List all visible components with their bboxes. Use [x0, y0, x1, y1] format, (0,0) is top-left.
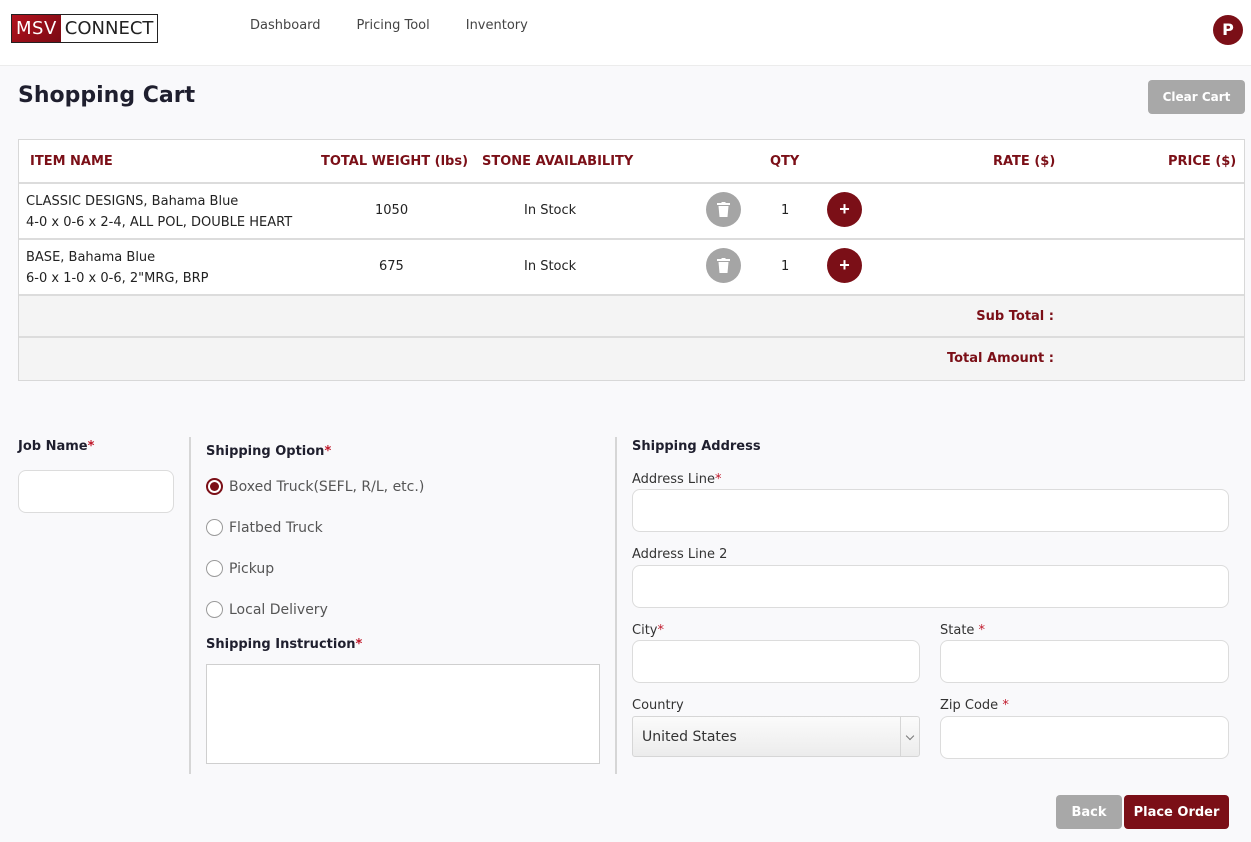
total-amount-row: Total Amount : [19, 338, 1244, 380]
delete-item-button[interactable] [706, 192, 741, 227]
radio-label: Boxed Truck(SEFL, R/L, etc.) [229, 478, 425, 495]
job-name-input[interactable] [18, 470, 174, 513]
address-line2-input[interactable] [632, 565, 1229, 608]
item-qty: 1 [781, 203, 790, 218]
trash-icon [717, 202, 730, 217]
header-rate: RATE ($) [993, 154, 1056, 169]
country-select[interactable]: United States [632, 716, 920, 757]
radio-unselected-icon[interactable] [206, 519, 223, 536]
zip-code-input[interactable] [940, 716, 1229, 759]
delete-item-button[interactable] [706, 248, 741, 283]
radio-flatbed-truck[interactable]: Flatbed Truck [206, 519, 323, 536]
shipping-instruction-label: Shipping Instruction* [206, 637, 363, 652]
item-name: BASE, Bahama Blue 6-0 x 1-0 x 0-6, 2"MRG… [26, 247, 209, 289]
shipping-instruction-textarea[interactable] [206, 664, 600, 764]
subtotal-row: Sub Total : [19, 296, 1244, 338]
item-weight: 675 [379, 259, 404, 274]
item-name-line1: CLASSIC DESIGNS, Bahama Blue [26, 194, 239, 209]
item-availability: In Stock [524, 203, 577, 218]
item-weight: 1050 [375, 203, 409, 218]
item-name: CLASSIC DESIGNS, Bahama Blue 4-0 x 0-6 x… [26, 191, 292, 233]
msv-connect-logo[interactable]: MSV CONNECT [11, 14, 159, 43]
address-line-label: Address Line* [632, 472, 722, 487]
logo-msv-text: MSV [12, 15, 61, 42]
radio-selected-icon[interactable] [206, 478, 223, 495]
radio-unselected-icon[interactable] [206, 560, 223, 577]
page-title: Shopping Cart [18, 83, 196, 108]
header-total-weight: TOTAL WEIGHT (lbs) [321, 154, 469, 169]
address-line2-label: Address Line 2 [632, 547, 728, 562]
header-price: PRICE ($) [1168, 154, 1237, 169]
radio-label: Pickup [229, 560, 275, 577]
item-name-line2: 6-0 x 1-0 x 0-6, 2"MRG, BRP [26, 271, 209, 286]
subtotal-label: Sub Total : [976, 309, 1054, 324]
item-qty: 1 [781, 259, 790, 274]
table-row: BASE, Bahama Blue 6-0 x 1-0 x 0-6, 2"MRG… [19, 240, 1244, 296]
main-nav: Dashboard Pricing Tool Inventory [250, 18, 564, 33]
item-name-line1: BASE, Bahama Blue [26, 250, 156, 265]
radio-pickup[interactable]: Pickup [206, 560, 274, 577]
shipping-option-label: Shipping Option* [206, 444, 332, 459]
nav-dashboard[interactable]: Dashboard [250, 18, 321, 33]
clear-cart-button[interactable]: Clear Cart [1148, 80, 1245, 114]
logo-connect-text: CONNECT [60, 15, 158, 42]
city-label: City* [632, 623, 664, 638]
city-input[interactable] [632, 640, 920, 683]
radio-unselected-icon[interactable] [206, 601, 223, 618]
table-row: CLASSIC DESIGNS, Bahama Blue 4-0 x 0-6 x… [19, 184, 1244, 240]
place-order-button[interactable]: Place Order [1124, 795, 1229, 829]
column-divider [615, 437, 617, 774]
header-item-name: ITEM NAME [30, 154, 113, 169]
state-label: State * [940, 623, 986, 638]
country-select-value: United States [642, 729, 737, 745]
chevron-down-icon[interactable] [900, 717, 919, 756]
country-label: Country [632, 698, 684, 713]
increase-qty-button[interactable]: + [827, 192, 862, 227]
shipping-address-heading: Shipping Address [632, 439, 761, 454]
trash-icon [717, 258, 730, 273]
header-qty: QTY [770, 154, 800, 169]
zip-code-label: Zip Code * [940, 698, 1009, 713]
nav-pricing-tool[interactable]: Pricing Tool [357, 18, 430, 33]
back-button[interactable]: Back [1056, 795, 1122, 829]
top-navbar: MSV CONNECT Dashboard Pricing Tool Inven… [0, 0, 1251, 66]
column-divider [189, 437, 191, 774]
radio-label: Flatbed Truck [229, 519, 323, 536]
radio-local-delivery[interactable]: Local Delivery [206, 601, 328, 618]
nav-inventory[interactable]: Inventory [466, 18, 528, 33]
table-header-row: ITEM NAME TOTAL WEIGHT (lbs) STONE AVAIL… [19, 140, 1244, 184]
radio-label: Local Delivery [229, 601, 328, 618]
radio-boxed-truck[interactable]: Boxed Truck(SEFL, R/L, etc.) [206, 478, 424, 495]
item-name-line2: 4-0 x 0-6 x 2-4, ALL POL, DOUBLE HEART [26, 215, 293, 230]
user-avatar[interactable]: P [1213, 15, 1243, 45]
state-input[interactable] [940, 640, 1229, 683]
cart-table: ITEM NAME TOTAL WEIGHT (lbs) STONE AVAIL… [18, 139, 1245, 381]
address-line-input[interactable] [632, 489, 1229, 532]
item-availability: In Stock [524, 259, 577, 274]
increase-qty-button[interactable]: + [827, 248, 862, 283]
total-amount-label: Total Amount : [946, 351, 1054, 366]
job-name-label: Job Name* [18, 439, 95, 454]
header-stone-availability: STONE AVAILABILITY [482, 154, 634, 169]
